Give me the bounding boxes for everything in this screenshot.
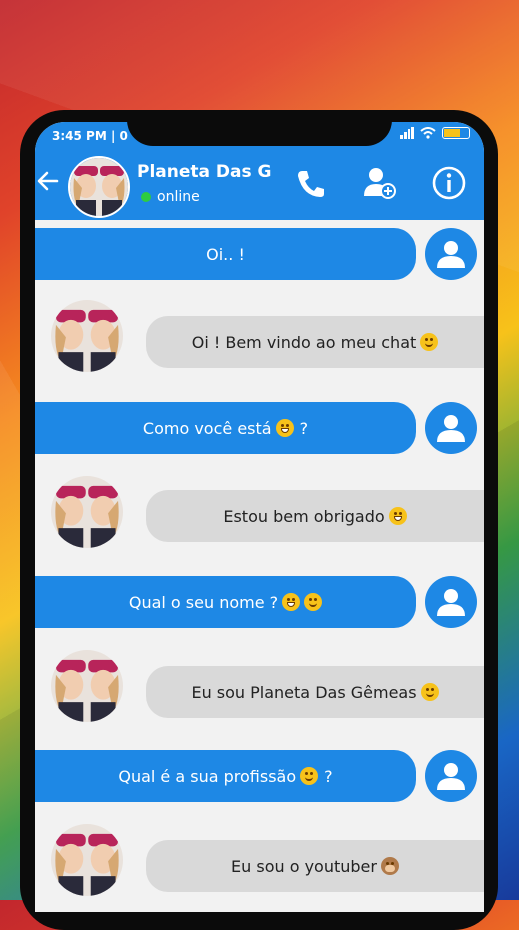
- wifi-icon: [420, 127, 436, 139]
- message-row: Eu sou Planeta Das Gêmeas: [35, 650, 484, 730]
- user-icon: [437, 415, 465, 442]
- back-arrow-icon[interactable]: [35, 168, 61, 194]
- incoming-bubble[interactable]: Eu sou o youtuber: [146, 840, 484, 892]
- twins-photo-icon: [51, 476, 123, 548]
- message-row: Qual é a sua profissão ?: [35, 750, 484, 806]
- outgoing-bubble[interactable]: Oi.. !: [35, 228, 416, 280]
- grin-emoji-icon: [275, 419, 294, 437]
- contact-avatar[interactable]: [51, 824, 123, 896]
- contact-avatar[interactable]: [51, 650, 123, 722]
- user-avatar: [425, 750, 477, 802]
- contact-status: online: [141, 189, 200, 205]
- message-text: Qual é a sua profissão: [118, 766, 297, 786]
- outgoing-bubble[interactable]: Qual é a sua profissão ?: [35, 750, 416, 802]
- battery-icon: [442, 127, 470, 139]
- message-text: Oi.. !: [206, 244, 245, 264]
- message-text: Eu sou Planeta Das Gêmeas: [191, 682, 417, 702]
- status-icons: [400, 127, 470, 139]
- smile-emoji-icon: [304, 593, 323, 611]
- info-icon[interactable]: [431, 165, 467, 201]
- user-icon: [437, 763, 465, 790]
- grin-emoji-icon: [282, 593, 301, 611]
- user-icon: [437, 589, 465, 616]
- user-icon: [437, 241, 465, 268]
- incoming-bubble[interactable]: Estou bem obrigado: [146, 490, 484, 542]
- message-row: Oi ! Bem vindo ao meu chat: [35, 300, 484, 380]
- smile-emoji-icon: [300, 767, 319, 785]
- online-dot-icon: [141, 192, 151, 202]
- message-row: Estou bem obrigado: [35, 476, 484, 556]
- contact-avatar[interactable]: [68, 156, 130, 218]
- contact-status-text: online: [157, 189, 200, 205]
- outgoing-bubble[interactable]: Como você está ?: [35, 402, 416, 454]
- chat-screen: 3:45 PM | 0 Planeta Das G online Oi.. ! …: [35, 122, 484, 912]
- twins-photo-icon: [51, 650, 123, 722]
- message-row: Eu sou o youtuber: [35, 824, 484, 912]
- message-row: Qual o seu nome ?: [35, 576, 484, 632]
- twins-photo-icon: [70, 158, 128, 216]
- incoming-bubble[interactable]: Oi ! Bem vindo ao meu chat: [146, 316, 484, 368]
- monkey-emoji-icon: [380, 857, 399, 875]
- smile-emoji-icon: [420, 683, 439, 701]
- contact-avatar[interactable]: [51, 476, 123, 548]
- phone-call-icon[interactable]: [293, 166, 329, 202]
- contact-avatar[interactable]: [51, 300, 123, 372]
- message-text: Eu sou o youtuber: [231, 856, 377, 876]
- twins-photo-icon: [51, 824, 123, 896]
- incoming-bubble[interactable]: Eu sou Planeta Das Gêmeas: [146, 666, 484, 718]
- chat-header: Planeta Das G online: [35, 148, 484, 220]
- laugh-emoji-icon: [388, 507, 407, 525]
- message-text: Estou bem obrigado: [223, 506, 385, 526]
- outgoing-bubble[interactable]: Qual o seu nome ?: [35, 576, 416, 628]
- status-time: 3:45 PM | 0: [52, 129, 128, 143]
- message-text: Qual o seu nome ?: [128, 592, 279, 612]
- contact-name: Planeta Das G: [137, 162, 272, 182]
- user-avatar: [425, 576, 477, 628]
- message-row: Como você está ?: [35, 402, 484, 458]
- message-list: Oi.. ! Oi ! Bem vindo ao meu chat Como v…: [35, 220, 484, 912]
- message-row: Oi.. !: [35, 228, 484, 284]
- smile-emoji-icon: [420, 333, 439, 351]
- twins-photo-icon: [51, 300, 123, 372]
- phone-notch: [127, 112, 392, 146]
- user-avatar: [425, 228, 477, 280]
- message-text: Como você está: [142, 418, 272, 438]
- user-avatar: [425, 402, 477, 454]
- add-contact-icon[interactable]: [361, 164, 397, 200]
- message-suffix: ?: [324, 766, 333, 786]
- message-text: Oi ! Bem vindo ao meu chat: [191, 332, 417, 352]
- signal-icon: [400, 127, 414, 139]
- message-suffix: ?: [299, 418, 309, 438]
